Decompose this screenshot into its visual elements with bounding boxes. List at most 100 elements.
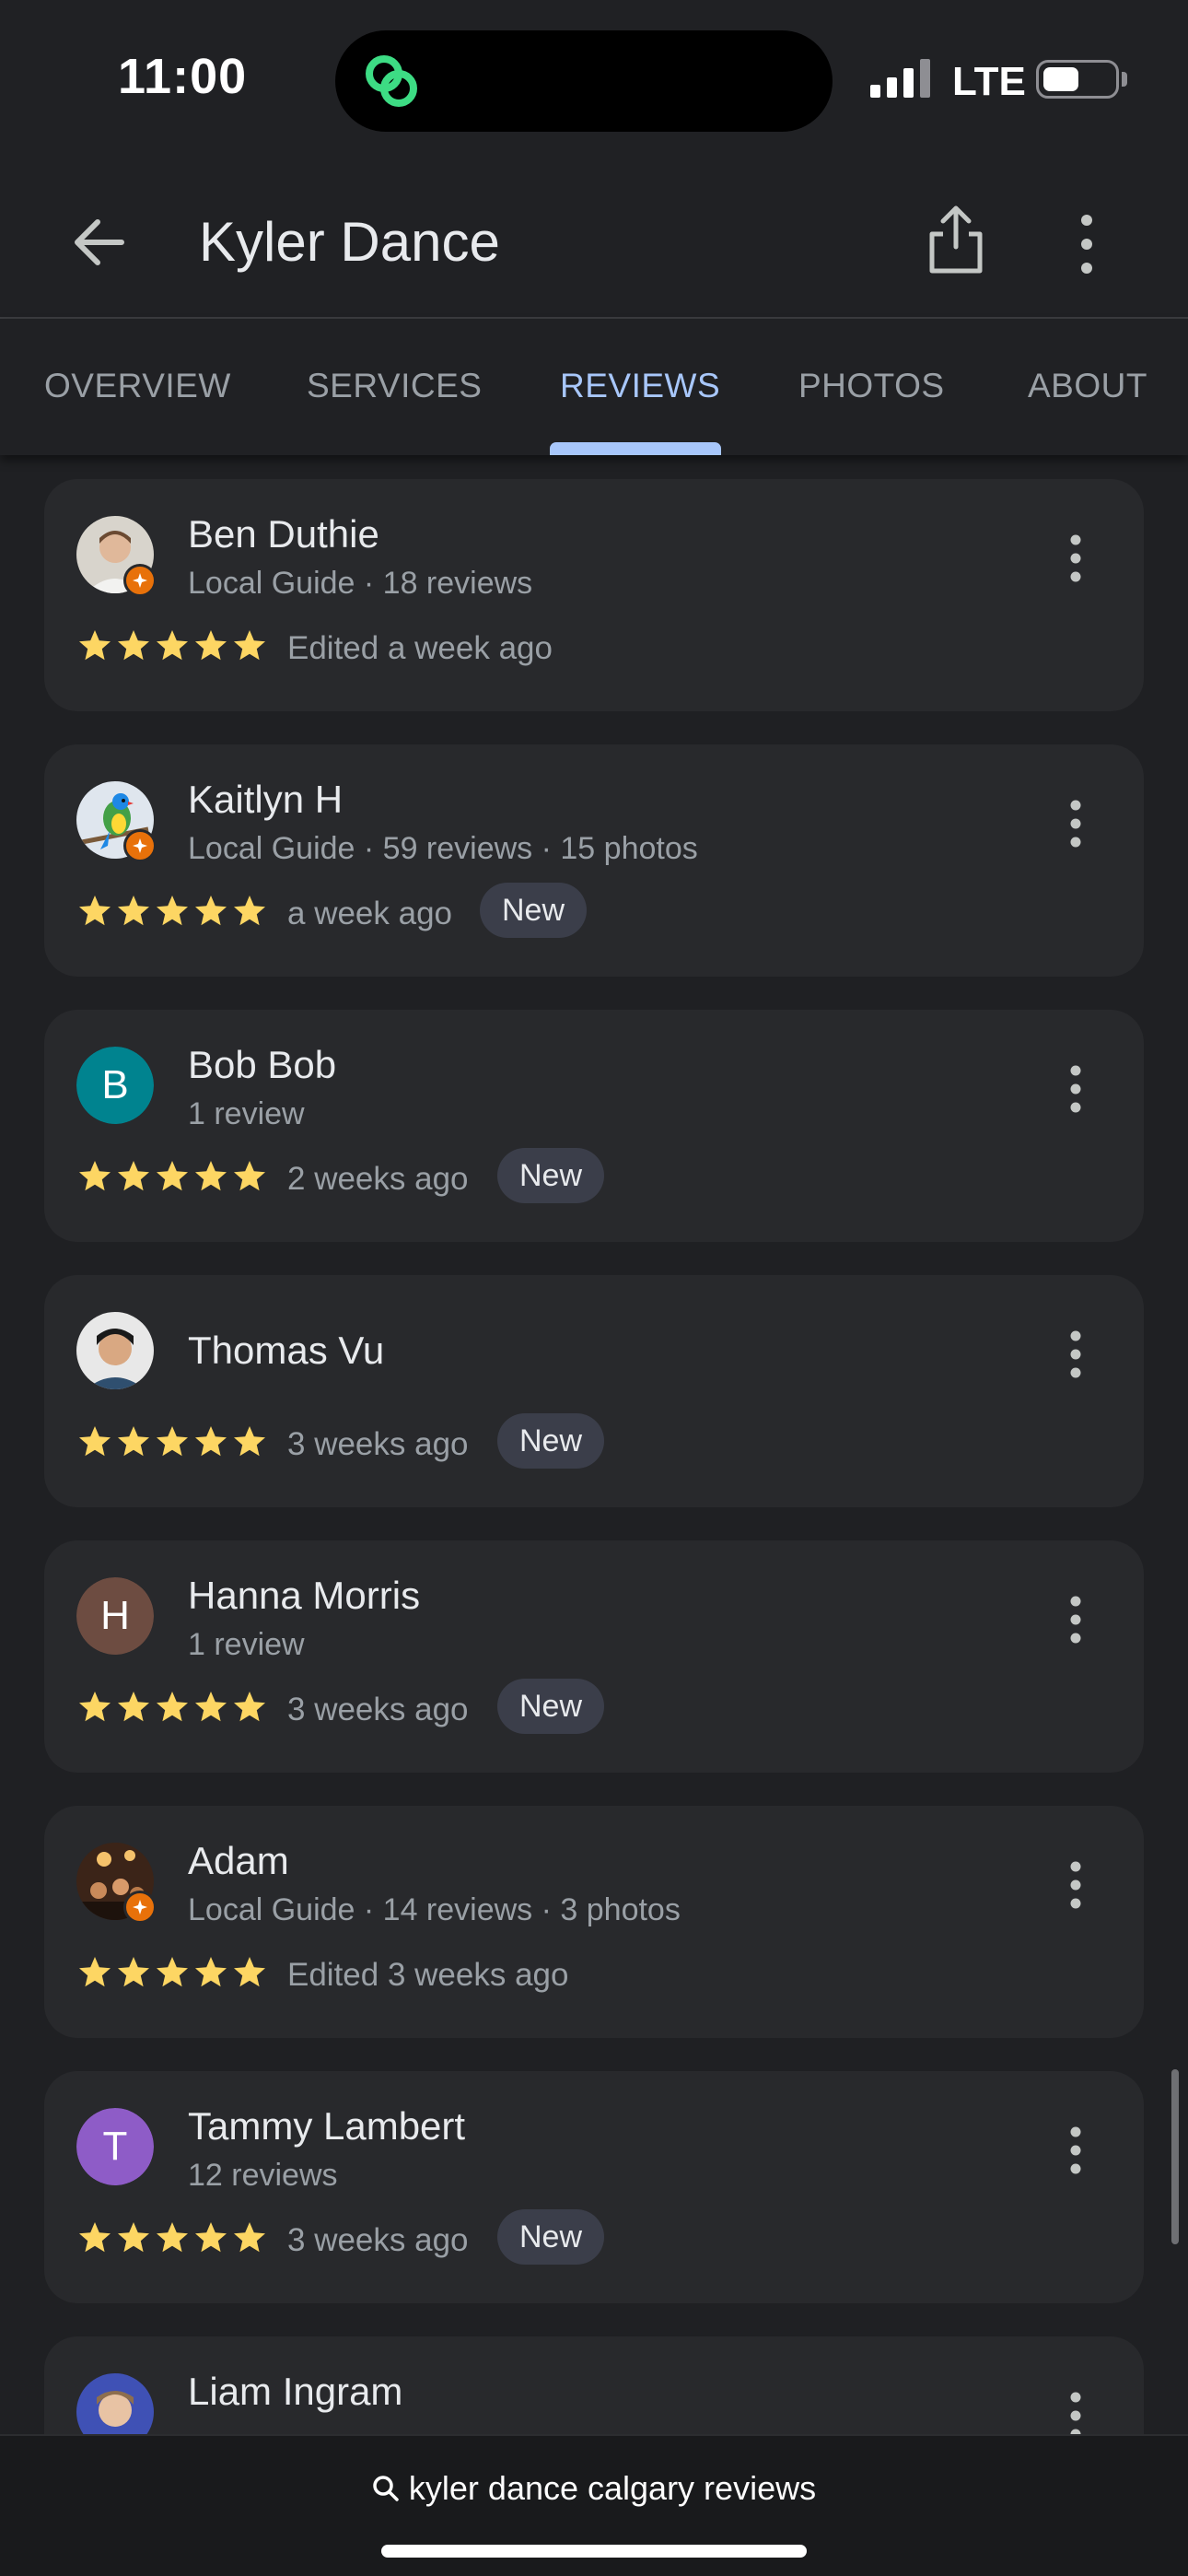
review-card[interactable]: H Hanna Morris 1 review 3 weeks ago New — [44, 1540, 1144, 1773]
star-icon — [157, 896, 188, 926]
search-icon — [373, 2476, 399, 2501]
reviewer-name[interactable]: Hanna Morris — [188, 1574, 420, 1618]
star-icon — [157, 1426, 188, 1457]
home-indicator[interactable] — [381, 2545, 807, 2558]
star-icon — [79, 1957, 111, 1987]
reviewer-name[interactable]: Liam Ingram — [188, 2370, 402, 2414]
review-date: Edited 3 weeks ago — [287, 1957, 569, 1993]
tab-bar: OVERVIEW SERVICES REVIEWS PHOTOS ABOUT — [0, 319, 1188, 455]
avatar[interactable]: T — [76, 2108, 154, 2185]
reviewer-name[interactable]: Ben Duthie — [188, 512, 379, 556]
review-card[interactable]: Ben Duthie Local Guide · 18 reviews Edit… — [44, 479, 1144, 711]
star-icon — [79, 2222, 111, 2253]
new-badge: New — [497, 1679, 605, 1734]
star-icon — [195, 630, 227, 661]
star-icon — [118, 1426, 149, 1457]
new-badge: New — [497, 2209, 605, 2265]
star-icon — [234, 1957, 265, 1987]
reviewer-meta: 1 review — [188, 1096, 305, 1131]
local-guide-badge-icon — [123, 829, 157, 862]
reviewer-name[interactable]: Adam — [188, 1839, 289, 1883]
review-date: 3 weeks ago — [287, 1426, 469, 1462]
star-icon — [195, 1161, 227, 1191]
star-icon — [79, 630, 111, 661]
more-vert-icon[interactable] — [1066, 531, 1085, 586]
star-icon — [234, 1692, 265, 1722]
reviewer-meta: Local Guide · 18 reviews — [188, 566, 533, 601]
star-icon — [157, 630, 188, 661]
review-card[interactable]: Thomas Vu 3 weeks ago New — [44, 1275, 1144, 1507]
star-rating — [77, 2220, 267, 2257]
more-vert-icon[interactable] — [1066, 1857, 1085, 1913]
scrollbar[interactable] — [1171, 2069, 1179, 2244]
star-icon — [79, 896, 111, 926]
more-vert-icon[interactable] — [1066, 2123, 1085, 2178]
review-date: Edited a week ago — [287, 630, 553, 666]
more-vert-icon[interactable] — [1064, 207, 1110, 281]
review-date: a week ago — [287, 896, 453, 931]
review-card[interactable]: Adam Local Guide · 14 reviews · 3 photos… — [44, 1806, 1144, 2038]
status-bar: 11:00 LTE — [0, 0, 1188, 157]
avatar[interactable] — [76, 2373, 154, 2434]
avatar-letter: B — [76, 1047, 154, 1124]
avatar[interactable] — [76, 1312, 154, 1389]
star-icon — [234, 1161, 265, 1191]
search-query-text: kyler dance calgary reviews — [408, 2469, 817, 2507]
local-guide-badge-icon — [123, 1891, 157, 1924]
more-vert-icon[interactable] — [1066, 1327, 1085, 1382]
star-icon — [118, 630, 149, 661]
star-icon — [195, 1957, 227, 1987]
battery-tip — [1122, 72, 1127, 87]
tab-reviews[interactable]: REVIEWS — [560, 367, 720, 405]
review-card[interactable]: Liam Ingram — [44, 2336, 1144, 2434]
star-icon — [195, 1692, 227, 1722]
review-card[interactable]: T Tammy Lambert 12 reviews 3 weeks ago N… — [44, 2071, 1144, 2303]
more-vert-icon[interactable] — [1066, 2388, 1085, 2434]
reviewer-name[interactable]: Thomas Vu — [188, 1329, 384, 1373]
avatar-letter: H — [76, 1577, 154, 1655]
avatar[interactable]: B — [76, 1047, 154, 1124]
star-rating — [77, 1690, 267, 1727]
more-vert-icon[interactable] — [1066, 1061, 1085, 1117]
arrow-left-icon[interactable] — [64, 207, 134, 277]
more-vert-icon[interactable] — [1066, 1592, 1085, 1647]
review-list[interactable]: Ben Duthie Local Guide · 18 reviews Edit… — [0, 455, 1188, 2434]
star-rating — [77, 1159, 267, 1196]
tab-services[interactable]: SERVICES — [307, 367, 482, 405]
review-card[interactable]: B Bob Bob 1 review 2 weeks ago New — [44, 1010, 1144, 1242]
tab-overview[interactable]: OVERVIEW — [44, 367, 231, 405]
avatar[interactable]: H — [76, 1577, 154, 1655]
new-badge: New — [497, 1413, 605, 1469]
more-vert-icon[interactable] — [1066, 796, 1085, 851]
star-icon — [234, 1426, 265, 1457]
star-icon — [195, 1426, 227, 1457]
tab-about[interactable]: ABOUT — [1028, 367, 1147, 405]
star-icon — [195, 896, 227, 926]
star-rating — [77, 894, 267, 931]
star-icon — [157, 1692, 188, 1722]
star-icon — [118, 896, 149, 926]
review-card[interactable]: Kaitlyn H Local Guide · 59 reviews · 15 … — [44, 744, 1144, 977]
reviewer-name[interactable]: Kaitlyn H — [188, 778, 343, 822]
share-icon[interactable] — [921, 203, 991, 276]
app-bar: Kyler Dance — [0, 157, 1188, 319]
review-date: 3 weeks ago — [287, 2222, 469, 2258]
star-icon — [157, 1161, 188, 1191]
reviewer-meta: 12 reviews — [188, 2158, 338, 2193]
star-icon — [118, 1161, 149, 1191]
new-badge: New — [497, 1148, 605, 1203]
star-rating — [77, 628, 267, 665]
review-date: 2 weeks ago — [287, 1161, 469, 1197]
star-icon — [195, 2222, 227, 2253]
reviewer-name[interactable]: Tammy Lambert — [188, 2104, 465, 2149]
search-query-bar[interactable]: kyler dance calgary reviews — [0, 2469, 1188, 2508]
review-date: 3 weeks ago — [287, 1692, 469, 1727]
reviewer-name[interactable]: Bob Bob — [188, 1043, 336, 1087]
network-label: LTE — [952, 59, 1026, 104]
local-guide-badge-icon — [123, 564, 157, 597]
battery-icon — [1036, 60, 1119, 99]
reviewer-meta: Local Guide · 14 reviews · 3 photos — [188, 1892, 681, 1927]
star-icon — [118, 1692, 149, 1722]
status-time: 11:00 — [118, 49, 248, 104]
tab-photos[interactable]: PHOTOS — [798, 367, 945, 405]
